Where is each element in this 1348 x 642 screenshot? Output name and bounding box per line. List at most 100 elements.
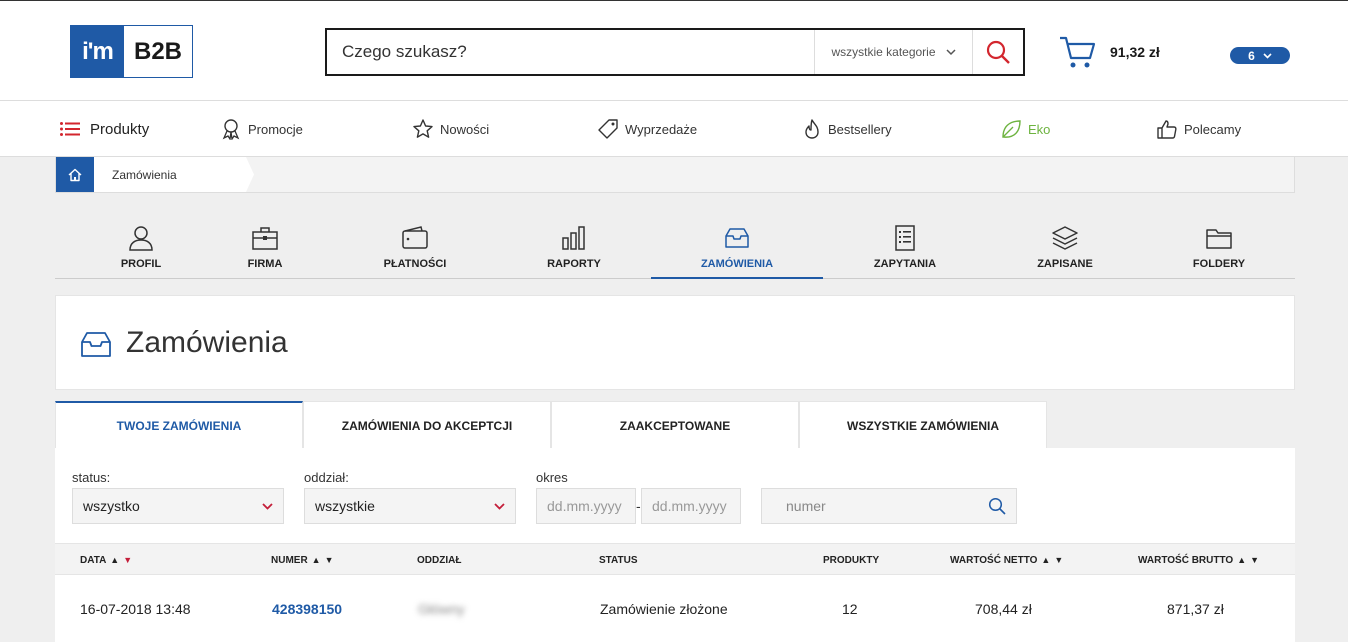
- order-products-count: 12: [842, 601, 858, 617]
- status-select[interactable]: wszystko: [72, 488, 284, 524]
- nav-recommended[interactable]: Polecamy: [1156, 101, 1241, 157]
- date-separator: -: [636, 498, 641, 514]
- tab-orders-to-accept[interactable]: ZAMÓWIENIA DO AKCEPTCJI: [303, 401, 551, 449]
- order-number-search[interactable]: numer: [761, 488, 1017, 524]
- branch-filter-label: oddział:: [304, 470, 349, 485]
- column-branch: ODDZIAŁ: [417, 544, 461, 576]
- table-row[interactable]: 16-07-2018 13:48 428398150 Główny Zamówi…: [55, 576, 1295, 642]
- document-list-icon: [895, 225, 915, 251]
- sort-down-icon[interactable]: ▼: [325, 555, 334, 565]
- tab-inquiries[interactable]: ZAPYTANIA: [819, 210, 991, 279]
- column-gross-value-label: WARTOŚĆ BRUTTO: [1138, 554, 1234, 566]
- cart-amount: 91,32 zł: [1110, 44, 1160, 60]
- search-button[interactable]: [972, 30, 1023, 74]
- nav-products-label: Produkty: [90, 120, 150, 138]
- briefcase-icon: [252, 227, 278, 250]
- tab-all-orders[interactable]: WSZYSTKIE ZAMÓWIENIA: [799, 401, 1047, 449]
- tab-inquiries-label: ZAPYTANIA: [873, 258, 937, 270]
- sort-down-icon[interactable]: ▼: [1250, 555, 1259, 565]
- cart-icon: [1060, 36, 1096, 68]
- layers-icon: [1052, 226, 1078, 250]
- wallet-icon: [402, 226, 428, 249]
- nav-recommended-label: Polecamy: [1184, 121, 1242, 137]
- sort-down-icon[interactable]: ▼: [123, 555, 132, 565]
- status-select-value: wszystko: [83, 498, 140, 514]
- tab-reports[interactable]: RAPORTY: [488, 210, 660, 279]
- page-title: Zamówienia: [126, 326, 288, 359]
- logo[interactable]: i'm B2B: [70, 25, 193, 78]
- category-nav: Produkty Promocje Nowości Wyprzedaże Bes…: [0, 101, 1348, 157]
- nav-bestsellers[interactable]: Bestsellery: [802, 101, 892, 157]
- nav-bestsellers-label: Bestsellery: [828, 121, 892, 137]
- chevron-down-icon: [494, 502, 505, 510]
- cart[interactable]: 91,32 zł: [1058, 34, 1160, 70]
- search-icon: [986, 40, 1010, 64]
- inbox-icon: [725, 228, 749, 248]
- nav-new[interactable]: Nowości: [412, 101, 489, 157]
- header: i'm B2B wszystkie kategorie 91,32 zł 6: [0, 0, 1348, 101]
- order-number-placeholder: numer: [786, 498, 826, 514]
- table-header: DATA ▲ ▼ NUMER ▲ ▼ ODDZIAŁ STATUS PRODUKTY…: [55, 543, 1295, 575]
- search-icon: [988, 497, 1006, 515]
- search-input[interactable]: [327, 30, 814, 74]
- date-from-input[interactable]: dd.mm.yyyy: [536, 488, 636, 524]
- award-icon: [222, 119, 240, 140]
- tag-icon: [598, 119, 618, 139]
- nav-products[interactable]: Produkty: [60, 101, 149, 157]
- search-category-select[interactable]: wszystkie kategorie: [814, 30, 972, 74]
- account-tabs: PROFIL FIRMA PŁATNOŚCI RAPORTY ZAMÓWIENI…: [55, 210, 1295, 279]
- nav-eco[interactable]: Eko: [1000, 101, 1050, 157]
- home-icon: [68, 168, 82, 181]
- menu-list-icon: [60, 122, 80, 136]
- chevron-down-icon: [262, 502, 273, 510]
- tab-saved-label: ZAPISANE: [1037, 258, 1093, 270]
- logo-text: B2B: [124, 26, 192, 77]
- user-menu-badge[interactable]: 6: [1230, 47, 1290, 64]
- order-branch: Główny: [418, 601, 465, 617]
- tab-reports-label: RAPORTY: [547, 258, 601, 270]
- column-net-value-label: WARTOŚĆ NETTO: [950, 554, 1038, 566]
- breadcrumb-current[interactable]: Zamówienia: [94, 157, 254, 192]
- page-header: Zamówienia: [55, 295, 1295, 390]
- period-filter-label: okres: [536, 470, 568, 485]
- chevron-down-icon: [945, 48, 956, 55]
- sort-up-icon[interactable]: ▲: [1041, 555, 1050, 565]
- sort-up-icon[interactable]: ▲: [1237, 555, 1246, 565]
- column-net-value[interactable]: WARTOŚĆ NETTO ▲ ▼: [950, 544, 1063, 576]
- order-status: Zamówienie złożone: [600, 601, 728, 617]
- column-date[interactable]: DATA ▲ ▼: [80, 544, 132, 576]
- sort-up-icon[interactable]: ▲: [110, 555, 119, 565]
- breadcrumb: Zamówienia: [55, 157, 1295, 193]
- date-to-input[interactable]: dd.mm.yyyy: [641, 488, 741, 524]
- tab-folders-label: FOLDERY: [1192, 258, 1246, 270]
- column-date-label: DATA: [80, 554, 107, 566]
- order-date: 16-07-2018 13:48: [80, 601, 191, 617]
- sort-up-icon[interactable]: ▲: [312, 555, 321, 565]
- nav-sales-label: Wyprzedaże: [625, 121, 698, 137]
- tab-company[interactable]: FIRMA: [179, 210, 351, 279]
- tab-orders[interactable]: ZAMÓWIENIA: [651, 210, 823, 279]
- column-branch-label: ODDZIAŁ: [417, 554, 462, 566]
- folder-icon: [1206, 229, 1232, 249]
- tab-folders[interactable]: FOLDERY: [1133, 210, 1305, 279]
- tab-accepted[interactable]: ZAAKCEPTOWANE: [551, 401, 799, 449]
- thumbs-up-icon: [1157, 120, 1177, 139]
- user-badge-count: 6: [1248, 48, 1255, 63]
- column-products: PRODUKTY: [823, 544, 879, 576]
- sort-down-icon[interactable]: ▼: [1054, 555, 1063, 565]
- inbox-icon: [81, 332, 111, 357]
- breadcrumb-home[interactable]: [56, 157, 94, 192]
- tab-my-orders[interactable]: TWOJE ZAMÓWIENIA: [55, 401, 303, 449]
- column-number[interactable]: NUMER ▲ ▼: [271, 544, 334, 576]
- tab-payments-label: PŁATNOŚCI: [383, 258, 447, 270]
- branch-select[interactable]: wszystkie: [304, 488, 516, 524]
- column-gross-value[interactable]: WARTOŚĆ BRUTTO ▲ ▼: [1138, 544, 1259, 576]
- nav-new-label: Nowości: [440, 121, 490, 137]
- nav-promotions[interactable]: Promocje: [220, 101, 303, 157]
- bar-chart-icon: [562, 226, 585, 250]
- tab-payments[interactable]: PŁATNOŚCI: [329, 210, 501, 279]
- nav-sales[interactable]: Wyprzedaże: [597, 101, 697, 157]
- column-status-label: STATUS: [599, 554, 638, 566]
- order-number-link[interactable]: 428398150: [272, 576, 342, 642]
- tab-saved[interactable]: ZAPISANE: [979, 210, 1151, 279]
